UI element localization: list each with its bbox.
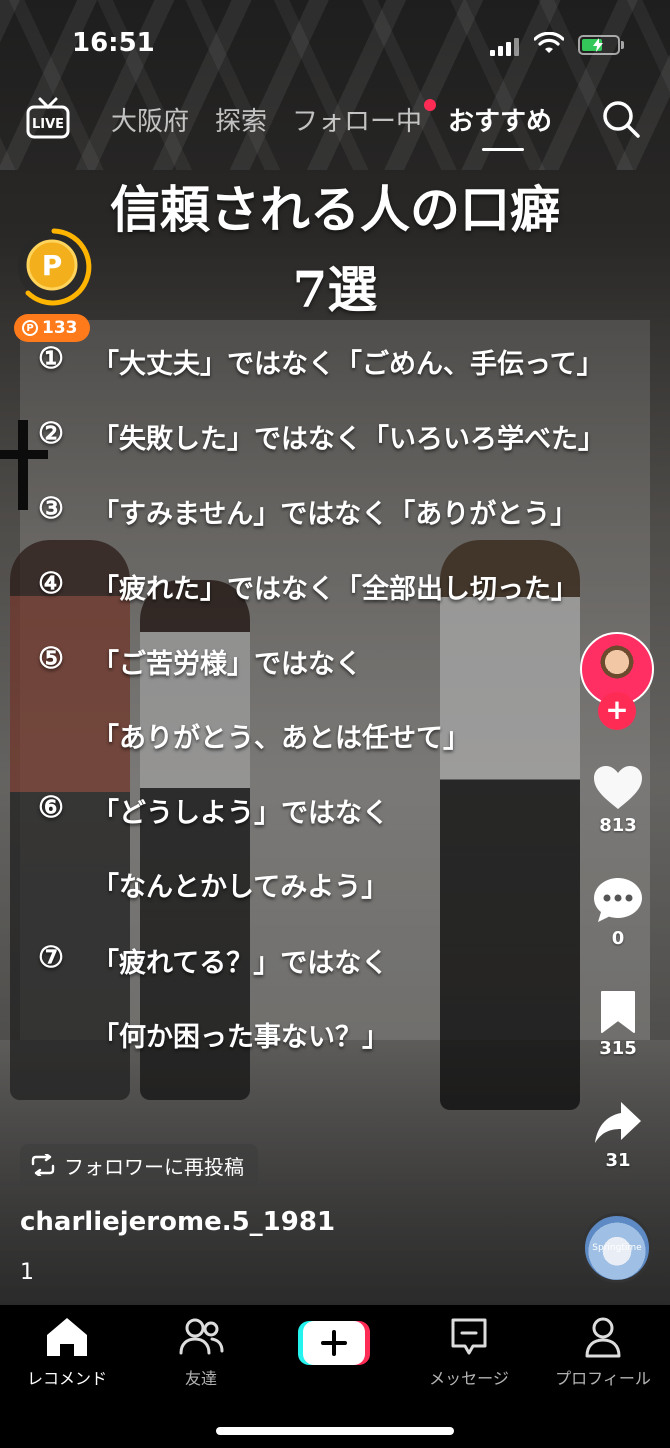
item-text: 「なんとかしてみよう」 [92, 872, 389, 903]
comment-button[interactable]: 0 [578, 876, 658, 949]
item-text: 「ありがとう、あとは任せて」 [92, 723, 470, 754]
charging-bolt-icon [593, 38, 603, 52]
share-arrow-icon [595, 1102, 641, 1143]
live-icon[interactable]: LIVE [26, 97, 70, 141]
friends-icon [179, 1318, 224, 1355]
active-tab-indicator [482, 148, 524, 151]
battery-icon [578, 35, 620, 55]
item-number: ⑤ [38, 641, 64, 675]
music-disc[interactable]: Springtime [582, 1213, 652, 1283]
nav-profile-label: プロフィール [555, 1369, 651, 1388]
bookmark-button[interactable]: 315 [578, 990, 658, 1059]
status-bar: 16:51 [0, 0, 670, 90]
tab-explore[interactable]: 探索 [215, 101, 267, 138]
point-icon: P [22, 320, 38, 336]
repost-button[interactable]: フォロワーに再投稿 [20, 1144, 258, 1186]
follow-button[interactable]: + [598, 692, 636, 730]
home-icon [47, 1318, 87, 1356]
live-label: LIVE [32, 117, 64, 132]
nav-home[interactable]: レコメンド [0, 1315, 134, 1389]
item-number: ③ [38, 491, 64, 525]
heart-icon [594, 766, 642, 809]
video-title-line2: 7選 [292, 260, 378, 319]
search-icon[interactable] [600, 98, 642, 140]
create-post-button[interactable] [298, 1319, 370, 1367]
repost-icon [31, 1154, 55, 1176]
battery-nub [621, 41, 624, 49]
item-text: 「疲れた」ではなく「全部出し切った」 [92, 574, 578, 605]
item-text: 「すみません」ではなく「ありがとう」 [92, 499, 578, 530]
home-indicator [216, 1427, 454, 1435]
item-number: ② [38, 416, 64, 450]
cellular-signal-icon [490, 36, 520, 56]
bookmark-icon [601, 991, 635, 1033]
item-text: 「何か困った事ない？」 [92, 1022, 389, 1053]
item-number: ⑦ [38, 940, 64, 974]
item-number: ④ [38, 566, 64, 600]
share-count: 31 [605, 1150, 631, 1171]
repost-label: フォロワーに再投稿 [64, 1154, 244, 1179]
tab-following[interactable]: フォロー中 [292, 101, 422, 138]
music-disc-label: Springtime [592, 1243, 642, 1253]
item-text: 「どうしよう」ではなく [92, 798, 389, 829]
bookmark-count: 315 [599, 1038, 637, 1059]
nav-inbox[interactable]: メッセージ [402, 1315, 536, 1389]
like-count: 813 [599, 815, 637, 836]
item-text: 「大丈夫」ではなく「ごめん、手伝って」 [92, 349, 604, 380]
item-number: ① [38, 341, 64, 375]
nav-home-label: レコメンド [26, 1369, 107, 1388]
video-title-line1: 信頼される人の口癖 [110, 180, 560, 239]
inbox-icon [451, 1318, 487, 1355]
item-text: 「失敗した」ではなく「いろいろ学べた」 [92, 424, 605, 455]
nav-profile[interactable]: プロフィール [536, 1315, 670, 1389]
nav-inbox-label: メッセージ [429, 1369, 509, 1388]
tab-region[interactable]: 大阪府 [111, 101, 189, 138]
profile-icon [585, 1317, 621, 1358]
item-number: ⑥ [38, 790, 64, 824]
tab-for-you[interactable]: おすすめ [448, 101, 552, 138]
comment-count: 0 [611, 928, 625, 949]
item-text: 「ご苦労様」ではなく [92, 649, 362, 680]
nav-friends[interactable]: 友達 [134, 1315, 268, 1389]
top-nav: LIVE 大阪府 探索 フォロー中 おすすめ [0, 95, 670, 155]
share-button[interactable]: 31 [578, 1100, 658, 1171]
post-caption[interactable]: 1 [20, 1260, 34, 1285]
notification-dot [424, 99, 436, 111]
item-text: 「疲れてる？」ではなく [92, 948, 389, 979]
creator-username[interactable]: charliejerome.5_1981 [20, 1207, 335, 1237]
nav-friends-label: 友達 [184, 1369, 217, 1388]
like-button[interactable]: 813 [578, 765, 658, 836]
wifi-icon [534, 32, 564, 53]
status-time: 16:51 [72, 28, 155, 58]
comment-icon [594, 878, 642, 922]
